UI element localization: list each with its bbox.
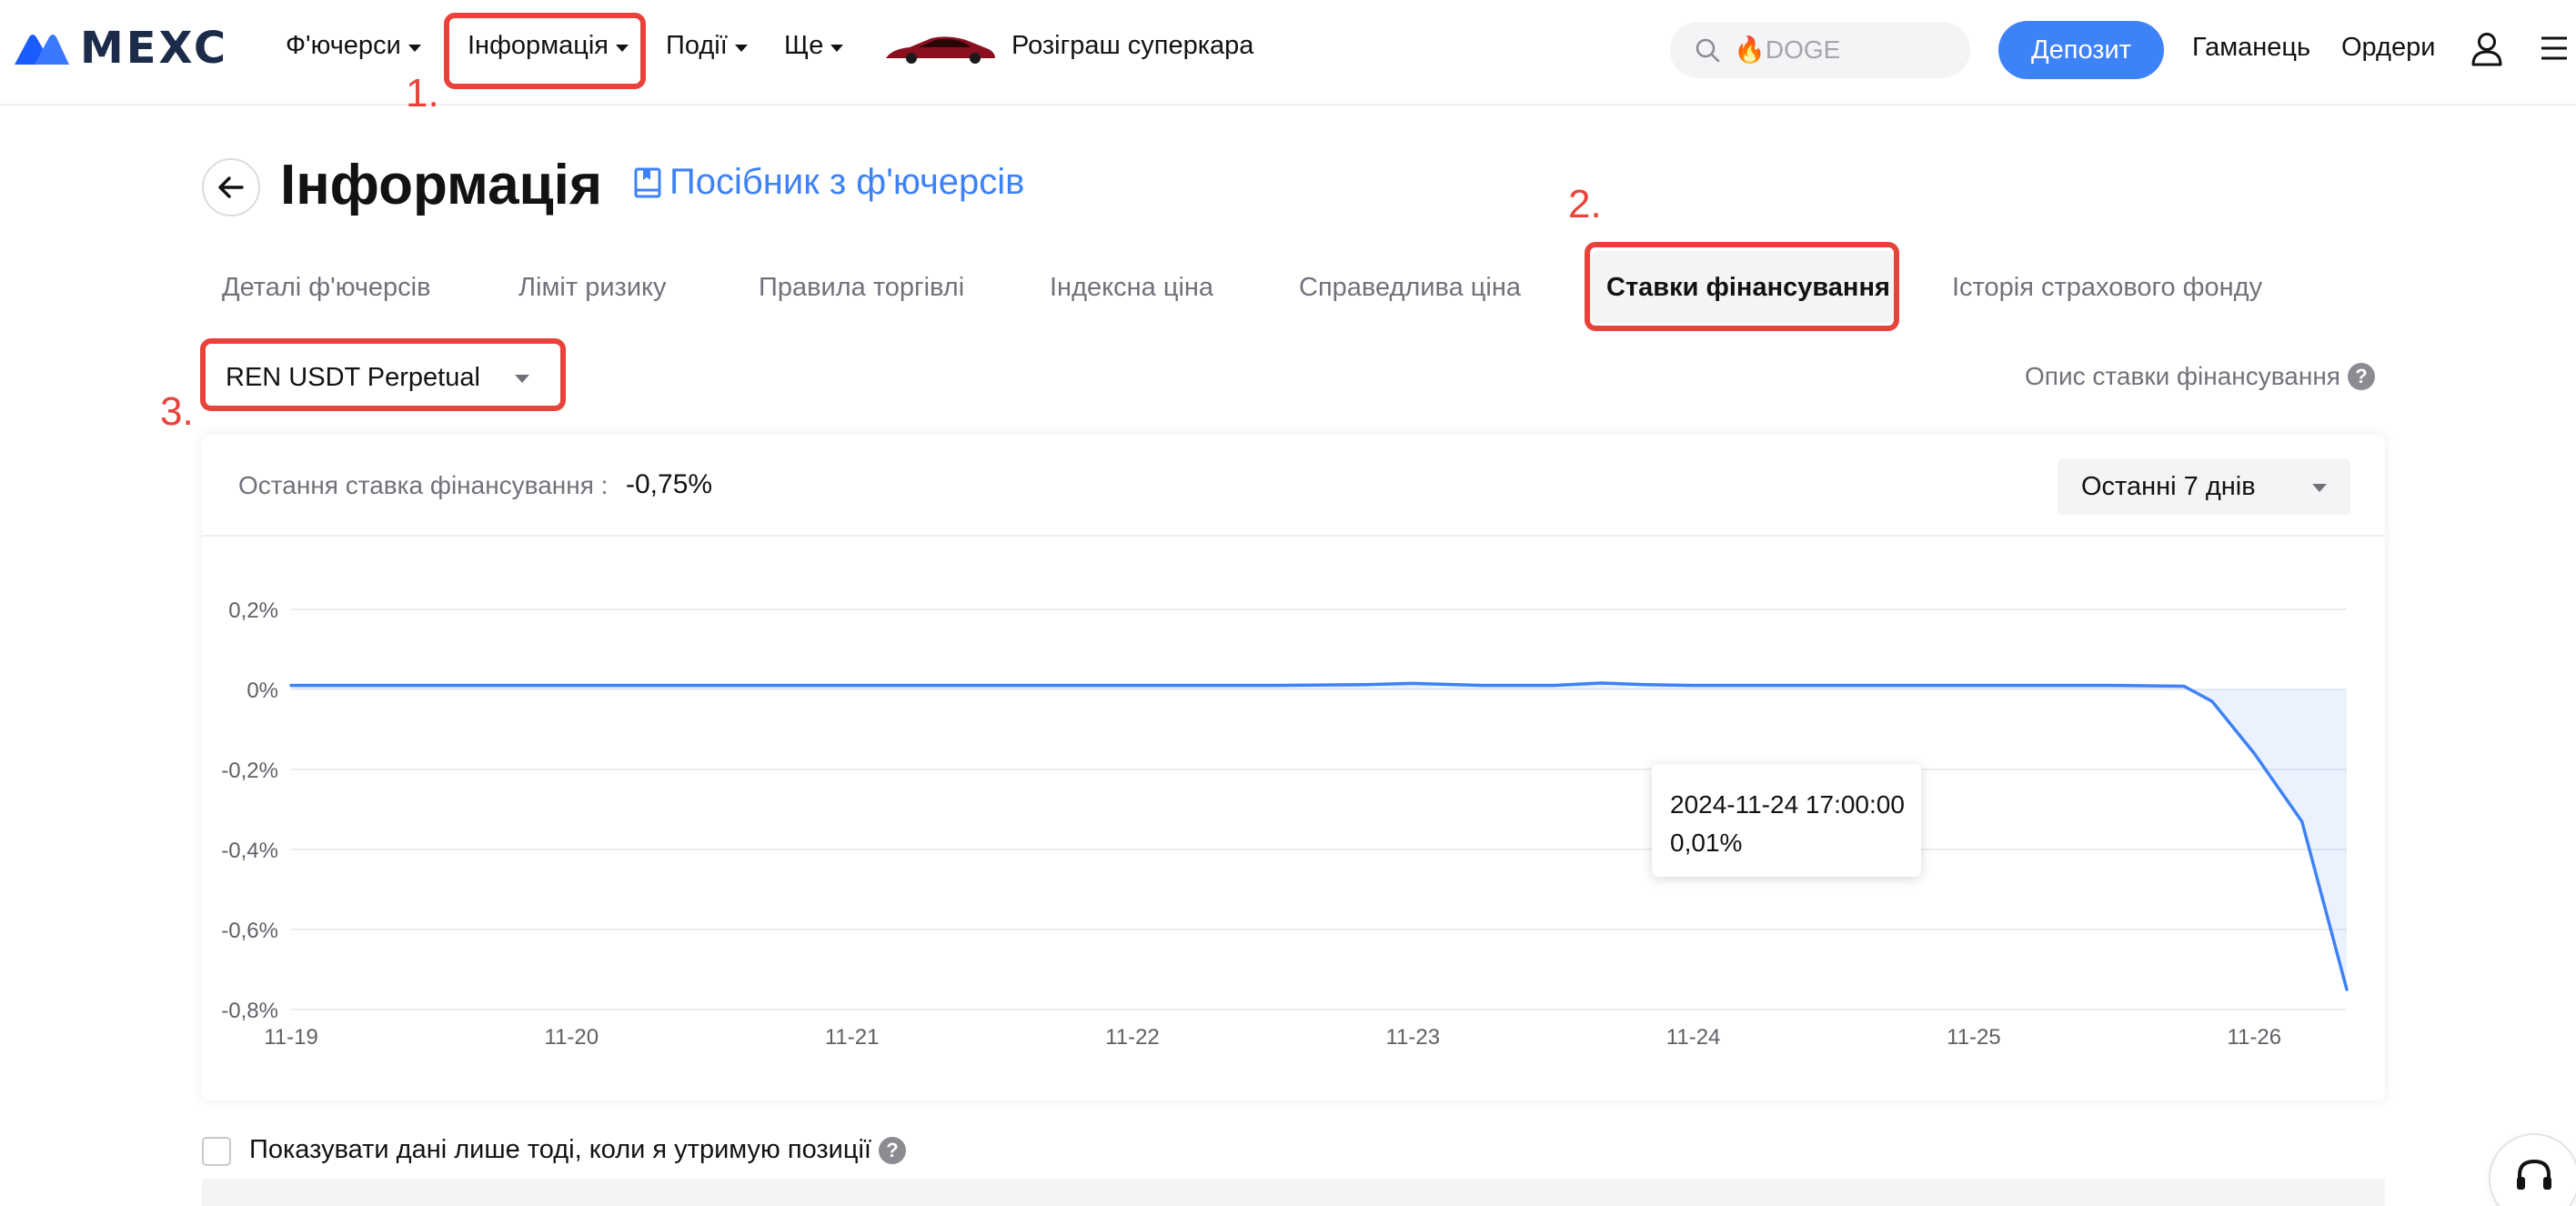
headset-icon [2517, 1159, 2551, 1190]
y-tick-label: -0,4% [221, 839, 278, 863]
x-tick-label: 11-22 [1105, 1025, 1160, 1050]
show-only-positions-label: Показувати дані лише тоді, коли я утриму… [249, 1135, 871, 1164]
y-tick-label: -0,2% [221, 759, 278, 783]
tab-risk-limit[interactable]: Ліміт ризику [518, 273, 667, 303]
search-input[interactable] [1734, 35, 1961, 65]
y-tick-label: 0,2% [228, 598, 278, 623]
x-tick-label: 11-25 [1947, 1025, 2001, 1050]
x-tick-label: 11-20 [545, 1025, 599, 1050]
question-mark-icon[interactable]: ? [2347, 363, 2375, 390]
annotation-highlight-3 [200, 338, 566, 411]
tab-fair-price[interactable]: Справедлива ціна [1299, 273, 1521, 303]
tab-trading-rules[interactable]: Правила торгівлі [759, 273, 964, 303]
tab-insurance-fund-history[interactable]: Історія страхового фонду [1952, 273, 2262, 303]
nav-more[interactable]: Ще [784, 31, 844, 61]
annotation-number-1: 1. [406, 71, 439, 116]
mexc-logo-icon [15, 35, 69, 65]
futures-guide-link[interactable]: Посібник з ф'ючерсів [633, 162, 1024, 203]
hamburger-menu-icon[interactable] [2540, 35, 2569, 62]
support-chat-button[interactable] [2489, 1133, 2576, 1206]
supercar-icon[interactable] [882, 31, 999, 67]
book-icon [634, 167, 661, 197]
wallet-link[interactable]: Гаманець [2192, 33, 2310, 63]
x-tick-label: 11-24 [1666, 1025, 1721, 1050]
chart-tooltip: 2024-11-24 17:00:00 0,01% [1652, 764, 1921, 877]
y-tick-label: -0,8% [221, 999, 278, 1023]
chevron-down-icon [830, 44, 844, 52]
tooltip-time: 2024-11-24 17:00:00 [1670, 790, 1905, 819]
annotation-number-2: 2. [1568, 182, 1602, 226]
nav-supercar-promo[interactable]: Розіграш суперкара [1011, 31, 1253, 61]
funding-rate-chart-card: Остання ставка фінансування : -0,75% Ост… [202, 435, 2385, 1100]
nav-futures-label: Ф'ючерси [286, 31, 401, 60]
back-button[interactable] [202, 158, 260, 216]
user-icon[interactable] [2470, 31, 2503, 67]
page-title: Інформація [280, 154, 603, 216]
y-tick-label: -0,6% [221, 919, 278, 943]
search-icon [1696, 38, 1720, 63]
x-tick-label: 11-21 [825, 1025, 880, 1050]
search-bar[interactable] [1670, 22, 1970, 78]
funding-rate-description-link[interactable]: Опис ставки фінансування ? [2025, 362, 2375, 391]
nav-more-label: Ще [784, 31, 824, 60]
show-only-positions-label-row: Показувати дані лише тоді, коли я утриму… [249, 1135, 906, 1165]
funding-rate-line [289, 681, 2349, 991]
arrow-left-icon [218, 176, 244, 198]
y-tick-label: 0% [247, 678, 278, 703]
chevron-down-icon [408, 44, 421, 52]
tooltip-value: 0,01% [1670, 829, 1743, 857]
annotation-number-3: 3. [160, 389, 194, 434]
promo-label: Розіграш суперкара [1011, 31, 1254, 60]
top-navigation: MEXC Ф'ючерси Інформація Події Ще Розігр… [0, 0, 2576, 106]
tab-futures-details[interactable]: Деталі ф'ючерсів [222, 273, 431, 303]
deposit-button[interactable]: Депозит [1998, 21, 2164, 79]
annotation-highlight-1 [444, 13, 646, 89]
funding-rate-area [291, 683, 2347, 990]
mexc-logo[interactable]: MEXC [13, 23, 229, 74]
x-tick-label: 11-26 [2227, 1025, 2281, 1050]
funding-history-table-header [202, 1179, 2385, 1206]
funding-rate-chart[interactable]: 0,2% 0% -0,2% -0,4% -0,6% -0,8%11-19 11-20 11-2… [202, 435, 2385, 1100]
futures-guide-label: Посібник з ф'ючерсів [669, 162, 1025, 202]
tab-funding-rates[interactable]: Ставки фінансування [1606, 273, 1890, 303]
logo-text: MEXC [80, 23, 229, 74]
chevron-down-icon [734, 44, 748, 52]
orders-link[interactable]: Ордери [2341, 33, 2435, 63]
nav-events-label: Події [666, 31, 728, 60]
nav-futures[interactable]: Ф'ючерси [286, 31, 421, 61]
show-only-positions-checkbox[interactable] [202, 1137, 231, 1166]
funding-description-label: Опис ставки фінансування [2025, 362, 2340, 390]
question-mark-icon[interactable]: ? [878, 1136, 906, 1164]
tab-index-price[interactable]: Індексна ціна [1050, 273, 1213, 303]
x-tick-label: 11-23 [1385, 1025, 1440, 1050]
x-tick-label: 11-19 [264, 1025, 318, 1050]
nav-events[interactable]: Події [666, 31, 748, 61]
